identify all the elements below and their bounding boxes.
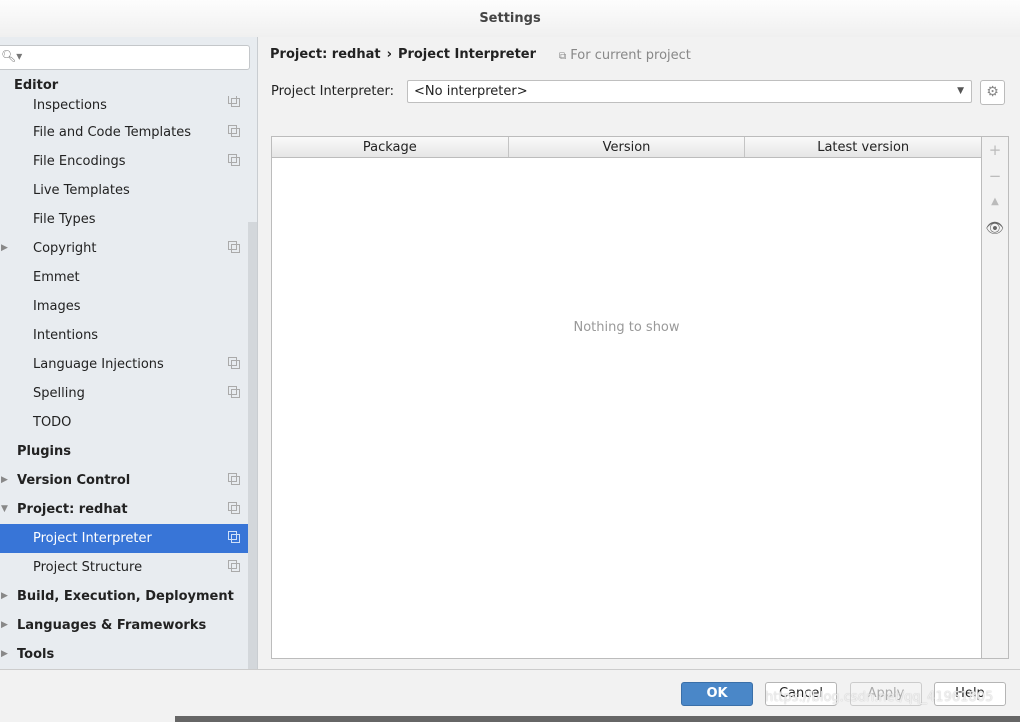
sidebar-item-build-execution-deployment[interactable]: ▶ Build, Execution, Deployment xyxy=(0,582,248,611)
breadcrumb-separator: › xyxy=(386,47,392,62)
interpreter-select[interactable]: <No interpreter> ▼ xyxy=(407,80,972,103)
breadcrumb-project: Project: redhat xyxy=(270,47,381,62)
sidebar-item-project-interpreter[interactable]: Project Interpreter xyxy=(0,524,257,553)
sidebar-item-project-structure[interactable]: Project Structure xyxy=(0,553,248,582)
sidebar-item-label: File Encodings xyxy=(33,154,126,169)
sidebar-item-label: Project: redhat xyxy=(17,502,128,517)
window-title: Settings xyxy=(0,0,1020,37)
empty-message: Nothing to show xyxy=(573,320,680,335)
plus-icon[interactable]: + xyxy=(982,137,1008,163)
sidebar-item-label: Spelling xyxy=(33,386,85,401)
sidebar-item-copyright[interactable]: ▶ Copyright xyxy=(0,234,248,263)
collapsed-arrow-icon[interactable]: ▶ xyxy=(1,582,8,611)
sidebar-item-file-and-code-templates[interactable]: File and Code Templates xyxy=(0,118,248,147)
sidebar-item-label: Emmet xyxy=(33,270,80,285)
sidebar-item-label: Language Injections xyxy=(33,357,164,372)
sidebar-item-label: Project Structure xyxy=(33,560,143,575)
sidebar-item-tools[interactable]: ▶ Tools xyxy=(0,640,248,669)
sidebar-item-label: Copyright xyxy=(33,241,97,256)
breadcrumb: Project: redhat › Project Interpreter xyxy=(270,47,542,62)
interpreter-value: <No interpreter> xyxy=(414,84,528,99)
sidebar-item-label: Inspections xyxy=(33,98,107,112)
sidebar-item-languages-frameworks[interactable]: ▶ Languages & Frameworks xyxy=(0,611,248,640)
sidebar-item-plugins[interactable]: Plugins xyxy=(0,437,248,466)
watermark: https://blog.csdn.net/qq_41961805 xyxy=(765,690,994,705)
sidebar-item-label: Live Templates xyxy=(33,183,130,198)
sidebar-item-label: Intentions xyxy=(33,328,99,343)
table-toolbar: + − ▲ 👁︎ xyxy=(982,136,1009,659)
sidebar-item-label: Version Control xyxy=(17,473,131,488)
project-scope-icon xyxy=(228,241,240,253)
breadcrumb-page: Project Interpreter xyxy=(397,47,537,62)
sidebar-item-label: TODO xyxy=(33,415,72,430)
column-version[interactable]: Version xyxy=(509,137,746,157)
copy-icon: ⧉ xyxy=(559,51,567,62)
sidebar-item-label: Project Interpreter xyxy=(33,531,152,546)
sidebar-item-version-control[interactable]: ▶ Version Control xyxy=(0,466,248,495)
project-scope-icon xyxy=(228,531,240,543)
collapsed-arrow-icon[interactable]: ▶ xyxy=(1,640,8,669)
up-icon[interactable]: ▲ xyxy=(982,189,1008,215)
collapsed-arrow-icon[interactable]: ▶ xyxy=(1,611,8,640)
interpreter-settings-button[interactable]: ⚙ xyxy=(980,80,1005,105)
expanded-arrow-icon[interactable]: ▼ xyxy=(1,495,8,524)
collapsed-arrow-icon[interactable]: ▶ xyxy=(1,234,8,263)
project-scope-icon xyxy=(228,357,240,369)
project-scope-icon xyxy=(228,560,240,572)
sidebar-item-label: File Types xyxy=(33,212,96,227)
project-scope-icon xyxy=(228,502,240,514)
minus-icon[interactable]: − xyxy=(982,163,1008,189)
sidebar-item-label: File and Code Templates xyxy=(33,125,191,140)
sidebar-item-intentions[interactable]: Intentions xyxy=(0,321,248,350)
column-package[interactable]: Package xyxy=(272,137,509,157)
sidebar-item-label: Languages & Frameworks xyxy=(17,618,207,633)
sidebar-item-emmet[interactable]: Emmet xyxy=(0,263,248,292)
sidebar-item-images[interactable]: Images xyxy=(0,292,248,321)
search-icon: 🔍︎▾ xyxy=(1,49,23,63)
scope-note: ⧉ For current project xyxy=(559,48,691,63)
project-scope-icon xyxy=(228,386,240,398)
sidebar-scrollbar[interactable] xyxy=(248,222,257,669)
chevron-down-icon: ▼ xyxy=(957,86,964,96)
collapsed-arrow-icon[interactable]: ▶ xyxy=(1,466,8,495)
sidebar-item-label: Images xyxy=(33,299,81,314)
interpreter-label: Project Interpreter: xyxy=(271,84,395,99)
search-input[interactable]: 🔍︎▾ xyxy=(0,45,250,70)
window-edge xyxy=(175,716,1020,722)
project-scope-icon xyxy=(228,125,240,137)
ok-button[interactable]: OK xyxy=(681,682,753,706)
gear-icon: ⚙ xyxy=(986,84,999,100)
sidebar-item-todo[interactable]: TODO xyxy=(0,408,248,437)
sidebar-item-inspections[interactable]: Inspections xyxy=(0,94,248,112)
sidebar-item-file-encodings[interactable]: File Encodings xyxy=(0,147,248,176)
project-scope-icon xyxy=(228,95,240,107)
sidebar-item-spelling[interactable]: Spelling xyxy=(0,379,248,408)
packages-table: Package Version Latest version Nothing t… xyxy=(271,136,982,659)
sidebar-item-live-templates[interactable]: Live Templates xyxy=(0,176,248,205)
sidebar-item-language-injections[interactable]: Language Injections xyxy=(0,350,248,379)
scope-note-text: For current project xyxy=(570,48,691,63)
project-scope-icon xyxy=(228,154,240,166)
sidebar-item-label: Plugins xyxy=(17,444,71,459)
eye-icon[interactable]: 👁︎ xyxy=(982,215,1008,241)
sidebar-item-label: Tools xyxy=(17,647,55,662)
project-scope-icon xyxy=(228,473,240,485)
column-latest-version[interactable]: Latest version xyxy=(745,137,981,157)
sidebar-item-label: Build, Execution, Deployment xyxy=(17,589,234,604)
sidebar-item-label: Editor xyxy=(14,78,59,93)
sidebar-item-editor[interactable]: Editor xyxy=(0,76,248,96)
sidebar-item-file-types[interactable]: File Types xyxy=(0,205,248,234)
sidebar-item-project-redhat[interactable]: ▼ Project: redhat xyxy=(0,495,248,524)
settings-tree: 🔍︎▾ Editor Inspections File and Code Templ… xyxy=(0,37,258,669)
